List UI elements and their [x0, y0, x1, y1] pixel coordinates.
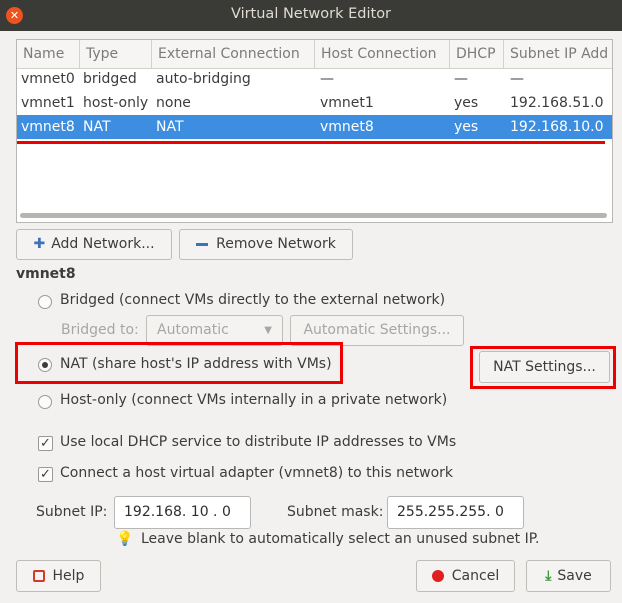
subnet-hint: Leave blank to automatically select an u…	[141, 531, 540, 547]
add-network-label: Add Network...	[51, 236, 155, 252]
cell-subnet: —	[510, 71, 524, 87]
remove-network-label: Remove Network	[216, 236, 336, 252]
save-button[interactable]: ⤓ Save	[526, 560, 611, 592]
host-adapter-label: Connect a host virtual adapter (vmnet8) …	[60, 465, 454, 481]
minus-icon	[196, 242, 209, 246]
bridged-label: Bridged (connect VMs directly to the ext…	[60, 292, 446, 308]
column-name[interactable]: Name	[17, 40, 80, 68]
column-subnet-ip[interactable]: Subnet IP Add	[504, 40, 612, 68]
dhcp-label: Use local DHCP service to distribute IP …	[60, 434, 457, 450]
cell-external: auto-bridging	[156, 71, 251, 87]
cancel-button[interactable]: Cancel	[416, 560, 515, 592]
subnet-ip-field[interactable]: 192.168. 10 . 0	[114, 496, 251, 529]
cell-name: vmnet1	[21, 95, 75, 111]
subnet-mask-field[interactable]: 255.255.255. 0	[387, 496, 524, 529]
host-only-radio[interactable]	[38, 395, 52, 409]
table-row[interactable]: vmnet0 bridged auto-bridging — — —	[17, 67, 612, 91]
cell-dhcp: yes	[454, 95, 479, 111]
cell-subnet: 192.168.51.0	[510, 95, 604, 111]
bridged-radio[interactable]	[38, 295, 52, 309]
nat-settings-button[interactable]: NAT Settings...	[479, 351, 610, 383]
nat-label: NAT (share host's IP address with VMs)	[60, 356, 332, 372]
table-header: Name Type External Connection Host Conne…	[17, 40, 612, 69]
chevron-down-icon: ▼	[264, 325, 272, 336]
column-host-connection[interactable]: Host Connection	[315, 40, 450, 68]
subnet-mask-label: Subnet mask:	[287, 504, 384, 520]
highlight-underline	[17, 141, 605, 144]
cell-dhcp: —	[454, 71, 468, 87]
help-icon	[32, 570, 45, 582]
cell-external: none	[156, 95, 191, 111]
title-bar: ✕ Virtual Network Editor	[0, 0, 622, 31]
cell-name: vmnet8	[21, 119, 75, 135]
table-row[interactable]: vmnet1 host-only none vmnet1 yes 192.168…	[17, 91, 612, 115]
subnet-ip-label: Subnet IP:	[36, 504, 108, 520]
column-type[interactable]: Type	[80, 40, 152, 68]
column-dhcp[interactable]: DHCP	[450, 40, 504, 68]
cancel-label: Cancel	[451, 568, 500, 584]
cell-type: NAT	[83, 119, 111, 135]
cancel-icon	[431, 570, 444, 582]
host-adapter-checkbox[interactable]: ✓	[38, 467, 53, 482]
automatic-settings-label: Automatic Settings...	[303, 322, 451, 338]
nat-settings-label: NAT Settings...	[493, 359, 596, 375]
column-external-connection[interactable]: External Connection	[152, 40, 315, 68]
bridged-to-label: Bridged to:	[61, 322, 139, 338]
cell-type: host-only	[83, 95, 149, 111]
dhcp-checkbox[interactable]: ✓	[38, 436, 53, 451]
cell-external: NAT	[156, 119, 184, 135]
nat-radio[interactable]	[38, 358, 52, 372]
cell-host: vmnet8	[320, 119, 374, 135]
lightbulb-icon: 💡	[116, 531, 134, 547]
save-label: Save	[557, 568, 592, 584]
remove-network-button[interactable]: Remove Network	[179, 229, 353, 260]
add-network-button[interactable]: ✚ Add Network...	[16, 229, 172, 260]
cell-host: vmnet1	[320, 95, 374, 111]
help-button[interactable]: Help	[16, 560, 101, 592]
network-table[interactable]: Name Type External Connection Host Conne…	[16, 39, 613, 223]
cell-host: —	[320, 71, 334, 87]
cell-type: bridged	[83, 71, 137, 87]
bridged-to-value: Automatic	[157, 322, 229, 338]
cell-name: vmnet0	[21, 71, 75, 87]
cell-subnet: 192.168.10.0	[510, 119, 604, 135]
plus-icon: ✚	[33, 236, 46, 252]
window-title: Virtual Network Editor	[230, 6, 392, 22]
save-icon: ⤓	[545, 568, 552, 584]
horizontal-scrollbar[interactable]	[20, 213, 607, 218]
section-title: vmnet8	[16, 266, 76, 282]
help-label: Help	[52, 568, 85, 584]
table-row-selected[interactable]: vmnet8 NAT NAT vmnet8 yes 192.168.10.0	[17, 115, 612, 139]
host-only-label: Host-only (connect VMs internally in a p…	[60, 392, 448, 408]
cell-dhcp: yes	[454, 119, 479, 135]
